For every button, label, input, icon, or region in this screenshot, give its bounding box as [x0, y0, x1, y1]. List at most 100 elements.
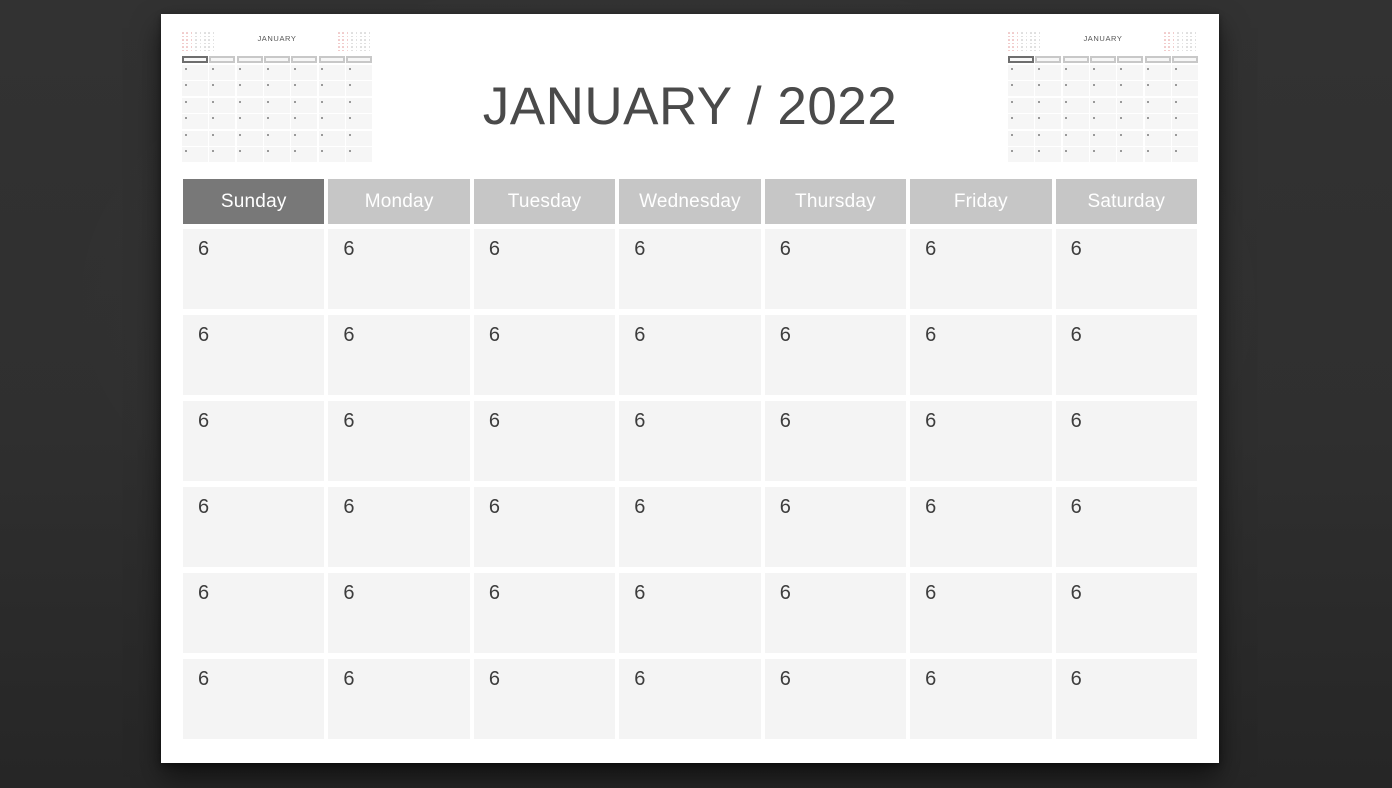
- decorative-dot: [1177, 39, 1179, 41]
- decorative-dot: [1168, 42, 1170, 45]
- calendar-day-cell[interactable]: 6: [183, 573, 325, 653]
- mini-calendar-left-day-header: [181, 56, 373, 63]
- calendar-day-cell[interactable]: 6: [183, 401, 325, 481]
- decorative-dot: [351, 32, 353, 34]
- day-header-sunday[interactable]: Sunday: [183, 179, 325, 224]
- decorative-dot: [360, 32, 362, 34]
- mini-calendar-day-cell: [318, 147, 345, 162]
- calendar-day-cell[interactable]: 6: [910, 401, 1052, 481]
- calendar-day-cell[interactable]: 6: [473, 659, 616, 739]
- mini-calendar-day-cell: [1008, 97, 1034, 113]
- decorative-dot: [1168, 49, 1170, 52]
- decorative-dot: [1021, 46, 1023, 48]
- calendar-day-cell[interactable]: 6: [473, 229, 616, 309]
- decorative-dot: [1164, 46, 1166, 48]
- calendar-day-cell[interactable]: 6: [473, 315, 616, 395]
- mini-day-number-mark: [1010, 84, 1013, 87]
- calendar-day-cell[interactable]: 6: [764, 315, 907, 395]
- calendar-day-cell[interactable]: 6: [619, 315, 761, 395]
- decorative-dot: [199, 49, 202, 52]
- calendar-day-cell[interactable]: 6: [183, 659, 325, 739]
- decorative-dot: [355, 46, 358, 48]
- mini-calendar-day-cell: [1090, 97, 1116, 113]
- mini-calendar-right[interactable]: JANUARY: [1007, 30, 1199, 162]
- calendar-day-number: 6: [343, 668, 355, 690]
- day-header-thursday[interactable]: Thursday: [764, 179, 907, 224]
- day-header-saturday[interactable]: Saturday: [1055, 179, 1197, 224]
- calendar-day-number: 6: [779, 410, 791, 432]
- decorative-dot: [195, 46, 197, 48]
- mini-day-number-mark: [1010, 150, 1013, 153]
- calendar-day-cell[interactable]: 6: [1055, 401, 1197, 481]
- mini-day-number-mark: [1092, 67, 1095, 70]
- mini-day-number-mark: [1092, 84, 1095, 87]
- mini-calendar-day-cell: [1172, 130, 1198, 146]
- calendar-day-number: 6: [1070, 324, 1082, 346]
- calendar-day-cell[interactable]: 6: [764, 401, 907, 481]
- calendar-day-cell[interactable]: 6: [328, 401, 470, 481]
- calendar-day-cell[interactable]: 6: [910, 229, 1052, 309]
- page-header: JANUARY JANUARY / 2022 JANUARY: [161, 14, 1219, 164]
- decorative-dot: [338, 42, 340, 45]
- calendar-day-cell[interactable]: 6: [619, 573, 761, 653]
- calendar-day-cell[interactable]: 6: [764, 573, 907, 653]
- calendar-day-cell[interactable]: 6: [619, 229, 761, 309]
- mini-day-number-mark: [1092, 150, 1095, 153]
- calendar-day-cell[interactable]: 6: [910, 487, 1052, 567]
- calendar-day-cell[interactable]: 6: [328, 487, 470, 567]
- calendar-day-cell[interactable]: 6: [1055, 487, 1197, 567]
- decorative-dot: [355, 39, 358, 41]
- calendar-day-cell[interactable]: 6: [328, 315, 470, 395]
- calendar-day-cell[interactable]: 6: [1055, 229, 1197, 309]
- mini-calendar-day-cell: [1062, 130, 1089, 146]
- calendar-day-number: 6: [488, 324, 500, 346]
- decorative-dot: [1030, 46, 1032, 48]
- calendar-day-cell[interactable]: 6: [910, 659, 1052, 739]
- calendar-day-cell[interactable]: 6: [910, 573, 1052, 653]
- decorative-dot: [364, 42, 366, 45]
- calendar-day-cell[interactable]: 6: [473, 573, 616, 653]
- calendar-day-number: 6: [343, 324, 355, 346]
- mini-day-header-wednesday: [264, 56, 290, 63]
- day-header-wednesday[interactable]: Wednesday: [619, 179, 761, 224]
- calendar-day-number: 6: [1070, 668, 1082, 690]
- calendar-day-cell[interactable]: 6: [473, 487, 616, 567]
- decorative-dot: [1190, 46, 1192, 48]
- mini-day-number-mark: [1037, 150, 1041, 153]
- calendar-day-cell[interactable]: 6: [183, 487, 325, 567]
- calendar-day-cell[interactable]: 6: [1055, 573, 1197, 653]
- mini-day-number-mark: [1147, 67, 1150, 70]
- mini-day-number-mark: [239, 67, 242, 70]
- calendar-day-cell[interactable]: 6: [619, 659, 761, 739]
- calendar-day-cell[interactable]: 6: [328, 573, 470, 653]
- decorative-dot: [368, 39, 371, 41]
- calendar-day-cell[interactable]: 6: [473, 401, 616, 481]
- calendar-day-cell[interactable]: 6: [328, 229, 470, 309]
- calendar-day-cell[interactable]: 6: [764, 659, 907, 739]
- calendar-day-cell[interactable]: 6: [910, 315, 1052, 395]
- calendar-day-cell[interactable]: 6: [619, 487, 761, 567]
- calendar-day-cell[interactable]: 6: [1055, 315, 1197, 395]
- mini-day-number-mark: [1010, 100, 1013, 103]
- day-header-tuesday[interactable]: Tuesday: [473, 179, 616, 224]
- mini-day-number-mark: [1037, 133, 1041, 136]
- decorative-dot: [182, 49, 184, 52]
- day-header-monday[interactable]: Monday: [328, 179, 470, 224]
- mini-calendar-day-cell: [1062, 147, 1089, 162]
- decorative-dot: [338, 35, 340, 38]
- calendar-day-cell[interactable]: 6: [183, 229, 325, 309]
- day-header-friday[interactable]: Friday: [910, 179, 1052, 224]
- mini-day-number-mark: [1147, 84, 1150, 87]
- mini-day-header-sunday: [182, 56, 208, 63]
- calendar-day-cell[interactable]: 6: [764, 487, 907, 567]
- calendar-day-cell[interactable]: 6: [619, 401, 761, 481]
- decorative-dot: [190, 49, 193, 52]
- decorative-dot: [342, 49, 344, 52]
- calendar-day-cell[interactable]: 6: [1055, 659, 1197, 739]
- mini-calendar-day-cell: [1090, 147, 1116, 162]
- mini-day-label-bar: [1174, 58, 1197, 61]
- decorative-dot: [346, 35, 349, 38]
- calendar-day-cell[interactable]: 6: [764, 229, 907, 309]
- calendar-day-cell[interactable]: 6: [328, 659, 470, 739]
- calendar-day-cell[interactable]: 6: [183, 315, 325, 395]
